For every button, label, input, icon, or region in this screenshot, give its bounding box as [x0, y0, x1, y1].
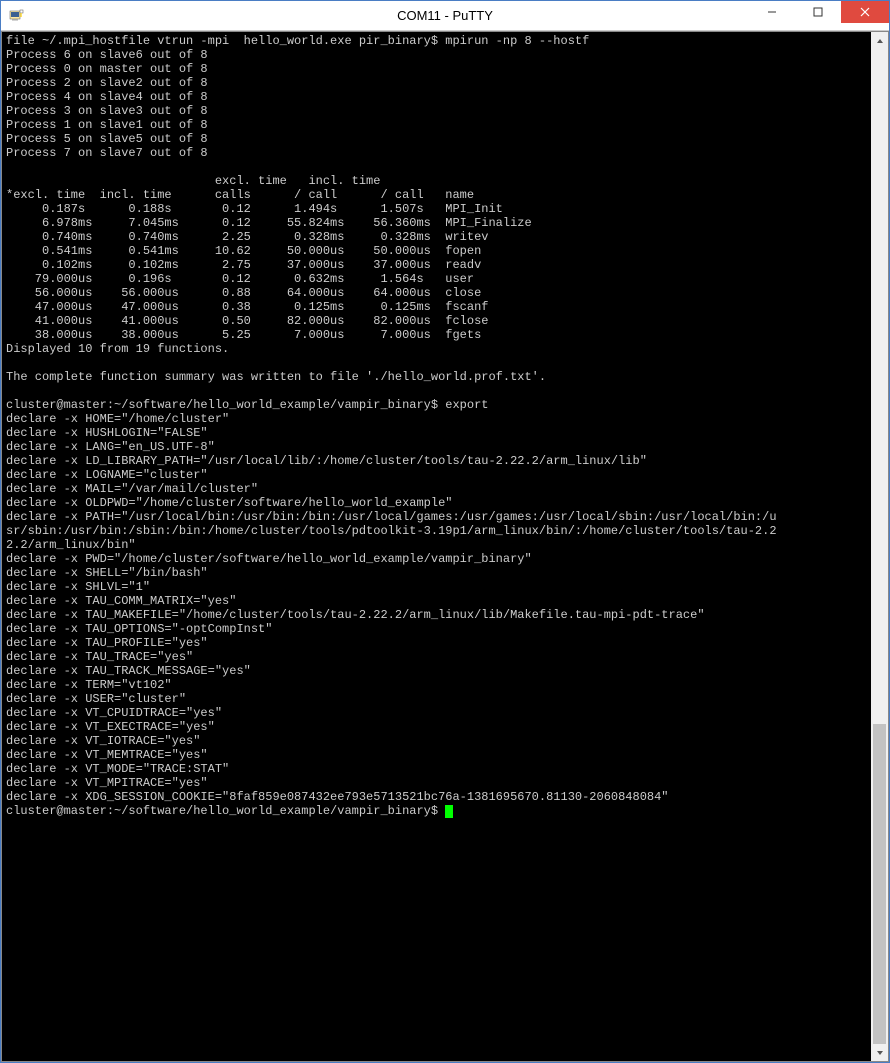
terminal-line: declare -x PATH="/usr/local/bin:/usr/bin… [6, 510, 777, 524]
terminal-line: Displayed 10 from 19 functions. [6, 342, 229, 356]
window-controls [749, 1, 889, 30]
terminal-line: declare -x USER="cluster" [6, 692, 186, 706]
terminal-line: declare -x TERM="vt102" [6, 678, 172, 692]
terminal-line: declare -x SHLVL="1" [6, 580, 150, 594]
terminal-line: Process 4 on slave4 out of 8 [6, 90, 208, 104]
scroll-down-arrow[interactable] [871, 1044, 888, 1061]
terminal-line: declare -x VT_CPUIDTRACE="yes" [6, 706, 222, 720]
terminal-line: 38.000us 38.000us 5.25 7.000us 7.000us f… [6, 328, 481, 342]
minimize-button[interactable] [749, 1, 795, 23]
terminal-line: 6.978ms 7.045ms 0.12 55.824ms 56.360ms M… [6, 216, 532, 230]
terminal-line: declare -x TAU_OPTIONS="-optCompInst" [6, 622, 272, 636]
terminal-area: file ~/.mpi_hostfile vtrun -mpi hello_wo… [1, 31, 889, 1062]
terminal-line: Process 6 on slave6 out of 8 [6, 48, 208, 62]
terminal-line: 0.740ms 0.740ms 2.25 0.328ms 0.328ms wri… [6, 230, 488, 244]
terminal-line: Process 7 on slave7 out of 8 [6, 146, 208, 160]
app-icon [7, 6, 27, 26]
terminal-line: declare -x HOME="/home/cluster" [6, 412, 229, 426]
terminal-line: file ~/.mpi_hostfile vtrun -mpi hello_wo… [6, 34, 589, 48]
scroll-track[interactable] [871, 49, 888, 1044]
terminal-line: Process 5 on slave5 out of 8 [6, 132, 208, 146]
terminal-line: declare -x VT_IOTRACE="yes" [6, 734, 200, 748]
cursor [445, 805, 453, 818]
terminal-line: declare -x TAU_TRACK_MESSAGE="yes" [6, 664, 251, 678]
terminal-line: 2.2/arm_linux/bin" [6, 538, 136, 552]
terminal-line: declare -x TAU_PROFILE="yes" [6, 636, 208, 650]
terminal-output[interactable]: file ~/.mpi_hostfile vtrun -mpi hello_wo… [2, 32, 871, 1061]
terminal-line: declare -x MAIL="/var/mail/cluster" [6, 482, 258, 496]
terminal-line: declare -x TAU_TRACE="yes" [6, 650, 193, 664]
terminal-line: cluster@master:~/software/hello_world_ex… [6, 398, 488, 412]
terminal-line: declare -x LD_LIBRARY_PATH="/usr/local/l… [6, 454, 647, 468]
close-button[interactable] [841, 1, 889, 23]
terminal-line: declare -x LOGNAME="cluster" [6, 468, 208, 482]
terminal-line: 0.541ms 0.541ms 10.62 50.000us 50.000us … [6, 244, 481, 258]
terminal-line: 0.102ms 0.102ms 2.75 37.000us 37.000us r… [6, 258, 481, 272]
terminal-line: *excl. time incl. time calls / call / ca… [6, 188, 474, 202]
putty-window: COM11 - PuTTY file ~/.mpi_hostfile vtrun… [0, 0, 890, 1063]
terminal-line: Process 0 on master out of 8 [6, 62, 208, 76]
titlebar[interactable]: COM11 - PuTTY [1, 1, 889, 31]
terminal-line: declare -x HUSHLOGIN="FALSE" [6, 426, 208, 440]
terminal-line: cluster@master:~/software/hello_world_ex… [6, 804, 445, 818]
terminal-line: The complete function summary was writte… [6, 370, 546, 384]
terminal-line: 41.000us 41.000us 0.50 82.000us 82.000us… [6, 314, 488, 328]
terminal-line: declare -x VT_MPITRACE="yes" [6, 776, 208, 790]
terminal-line: declare -x VT_MEMTRACE="yes" [6, 748, 208, 762]
terminal-line: 79.000us 0.196s 0.12 0.632ms 1.564s user [6, 272, 474, 286]
terminal-line: declare -x TAU_MAKEFILE="/home/cluster/t… [6, 608, 705, 622]
terminal-line: declare -x VT_MODE="TRACE:STAT" [6, 762, 229, 776]
terminal-line: 47.000us 47.000us 0.38 0.125ms 0.125ms f… [6, 300, 488, 314]
terminal-line: excl. time incl. time [6, 174, 380, 188]
scroll-thumb[interactable] [873, 724, 886, 1044]
terminal-line: declare -x VT_EXECTRACE="yes" [6, 720, 215, 734]
terminal-line: declare -x PWD="/home/cluster/software/h… [6, 552, 532, 566]
terminal-line: 0.187s 0.188s 0.12 1.494s 1.507s MPI_Ini… [6, 202, 503, 216]
maximize-button[interactable] [795, 1, 841, 23]
terminal-line: 56.000us 56.000us 0.88 64.000us 64.000us… [6, 286, 481, 300]
terminal-line: Process 1 on slave1 out of 8 [6, 118, 208, 132]
terminal-line: declare -x LANG="en_US.UTF-8" [6, 440, 215, 454]
terminal-line: Process 3 on slave3 out of 8 [6, 104, 208, 118]
terminal-line: declare -x SHELL="/bin/bash" [6, 566, 208, 580]
scrollbar[interactable] [871, 32, 888, 1061]
window-title: COM11 - PuTTY [397, 8, 493, 23]
scroll-up-arrow[interactable] [871, 32, 888, 49]
terminal-line: declare -x XDG_SESSION_COOKIE="8faf859e0… [6, 790, 669, 804]
terminal-line: sr/sbin:/usr/bin:/sbin:/bin:/home/cluste… [6, 524, 777, 538]
terminal-line: declare -x TAU_COMM_MATRIX="yes" [6, 594, 236, 608]
terminal-line: Process 2 on slave2 out of 8 [6, 76, 208, 90]
terminal-line: declare -x OLDPWD="/home/cluster/softwar… [6, 496, 452, 510]
